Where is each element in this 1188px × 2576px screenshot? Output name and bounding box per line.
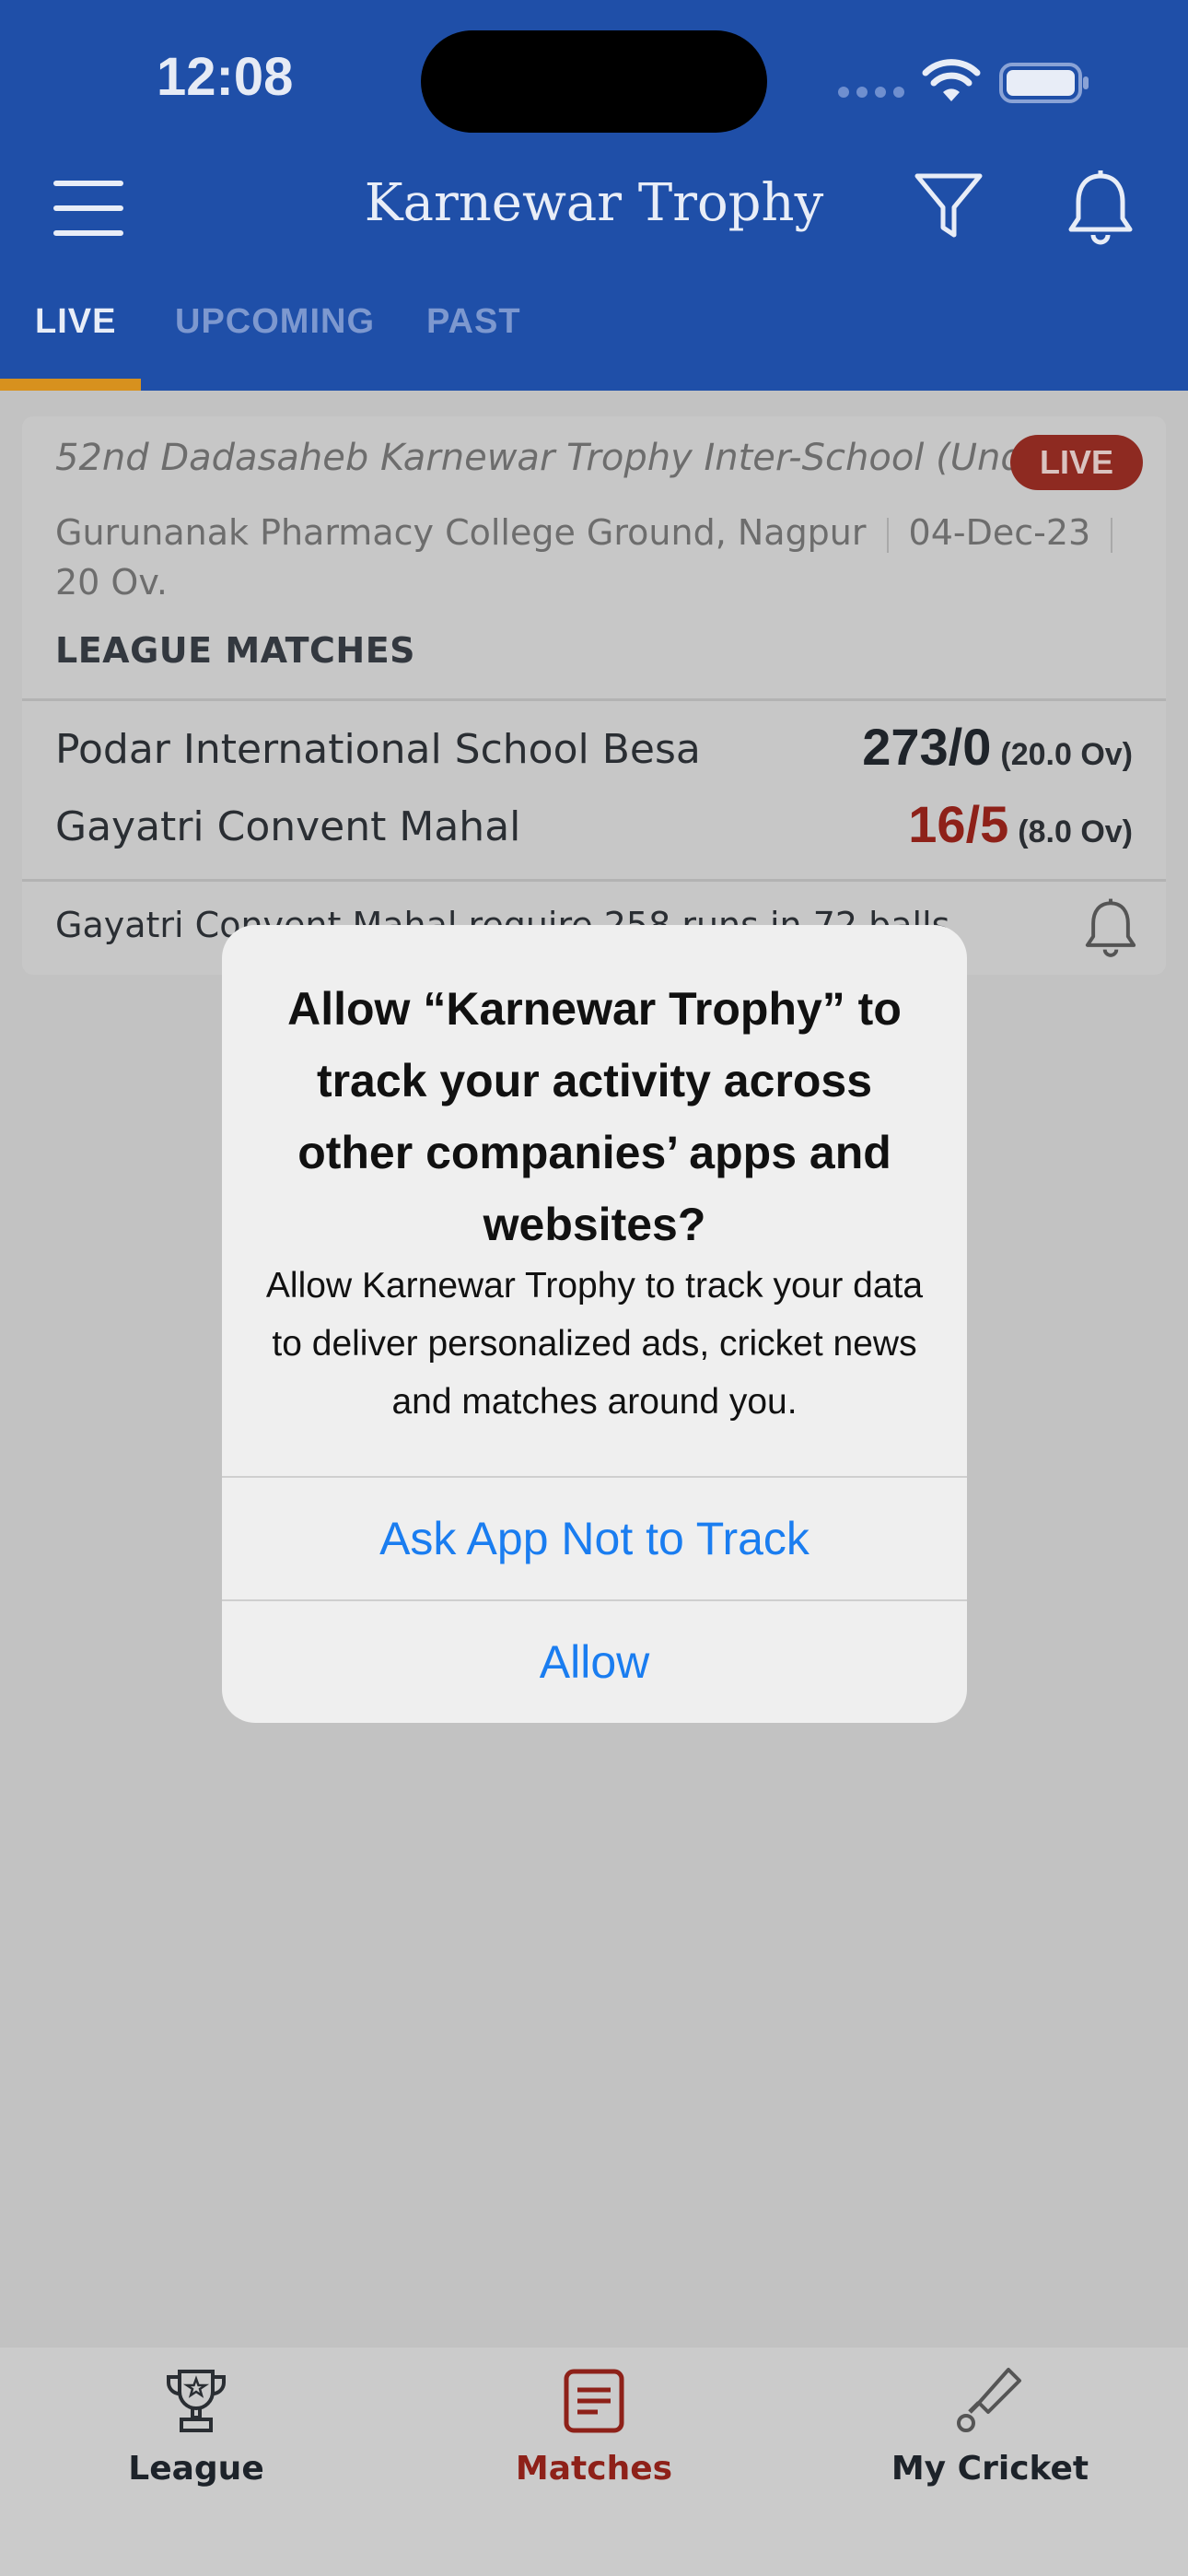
tournament-name: 52nd Dadasaheb Karnewar Trophy Inter-Sch… <box>55 437 1135 479</box>
tab-upcoming[interactable]: UPCOMING <box>175 302 375 342</box>
wifi-icon <box>922 59 981 101</box>
venue-line: Gurunanak Pharmacy College Ground, Nagpu… <box>55 512 1133 553</box>
page-title: Karnewar Trophy <box>364 173 824 233</box>
cellular-signal-icon <box>838 87 904 98</box>
divider <box>22 698 1166 701</box>
team1-score: 273/0 <box>862 718 992 776</box>
app-header: 12:08 Karnewar Trophy LIVE UPCOMING PAST <box>0 0 1188 391</box>
dynamic-island <box>421 30 767 133</box>
tab-live[interactable]: LIVE <box>35 302 116 342</box>
ask-not-to-track-button[interactable]: Ask App Not to Track <box>222 1478 967 1599</box>
cricket-bat-icon <box>957 2368 1021 2432</box>
team1-score-block: 273/0 (20.0 Ov) <box>862 717 1133 777</box>
battery-icon <box>999 63 1089 103</box>
team2-name: Gayatri Convent Mahal <box>55 803 521 850</box>
match-card[interactable]: 52nd Dadasaheb Karnewar Trophy Inter-Sch… <box>22 416 1166 975</box>
active-tab-indicator <box>0 379 141 391</box>
matches-icon <box>564 2369 624 2433</box>
dialog-title: Allow “Karnewar Trophy” to track your ac… <box>287 983 902 1250</box>
team2-score: 16/5 <box>908 795 1009 853</box>
trophy-icon <box>166 2370 227 2432</box>
nav-matches-label: Matches <box>515 2450 673 2488</box>
nav-my-cricket[interactable]: My Cricket <box>852 2366 1128 2488</box>
nav-league[interactable]: League <box>58 2366 334 2488</box>
tracking-permission-dialog: Allow “Karnewar Trophy” to track your ac… <box>222 925 967 1723</box>
team2-overs: (8.0 Ov) <box>1018 814 1133 849</box>
team2-score-block: 16/5 (8.0 Ov) <box>908 794 1133 854</box>
nav-matches[interactable]: Matches <box>456 2366 732 2488</box>
team1-name: Podar International School Besa <box>55 726 701 773</box>
tab-past[interactable]: PAST <box>426 302 521 342</box>
notification-bell-icon[interactable] <box>1064 169 1137 246</box>
dialog-message: Allow Karnewar Trophy to track your data… <box>265 1266 924 1422</box>
bottom-nav: League Matches My Cricket <box>0 2348 1188 2576</box>
live-status-badge: LIVE <box>1010 435 1143 490</box>
allow-button[interactable]: Allow <box>222 1601 967 1723</box>
status-time: 12:08 <box>157 47 294 107</box>
section-label: LEAGUE MATCHES <box>55 630 416 671</box>
separator <box>886 517 889 553</box>
divider <box>22 879 1166 882</box>
nav-my-cricket-label: My Cricket <box>891 2450 1089 2488</box>
match-date: 04-Dec-23 <box>908 512 1091 553</box>
nav-league-label: League <box>128 2450 264 2488</box>
match-bell-icon[interactable] <box>1081 897 1140 958</box>
separator <box>1111 517 1113 553</box>
venue-name: Gurunanak Pharmacy College Ground, Nagpu… <box>55 512 867 553</box>
overs-format: 20 Ov. <box>55 562 168 603</box>
match-tabs: LIVE UPCOMING PAST <box>0 293 1188 391</box>
filter-icon[interactable] <box>912 169 985 242</box>
team1-overs: (20.0 Ov) <box>1000 737 1133 772</box>
